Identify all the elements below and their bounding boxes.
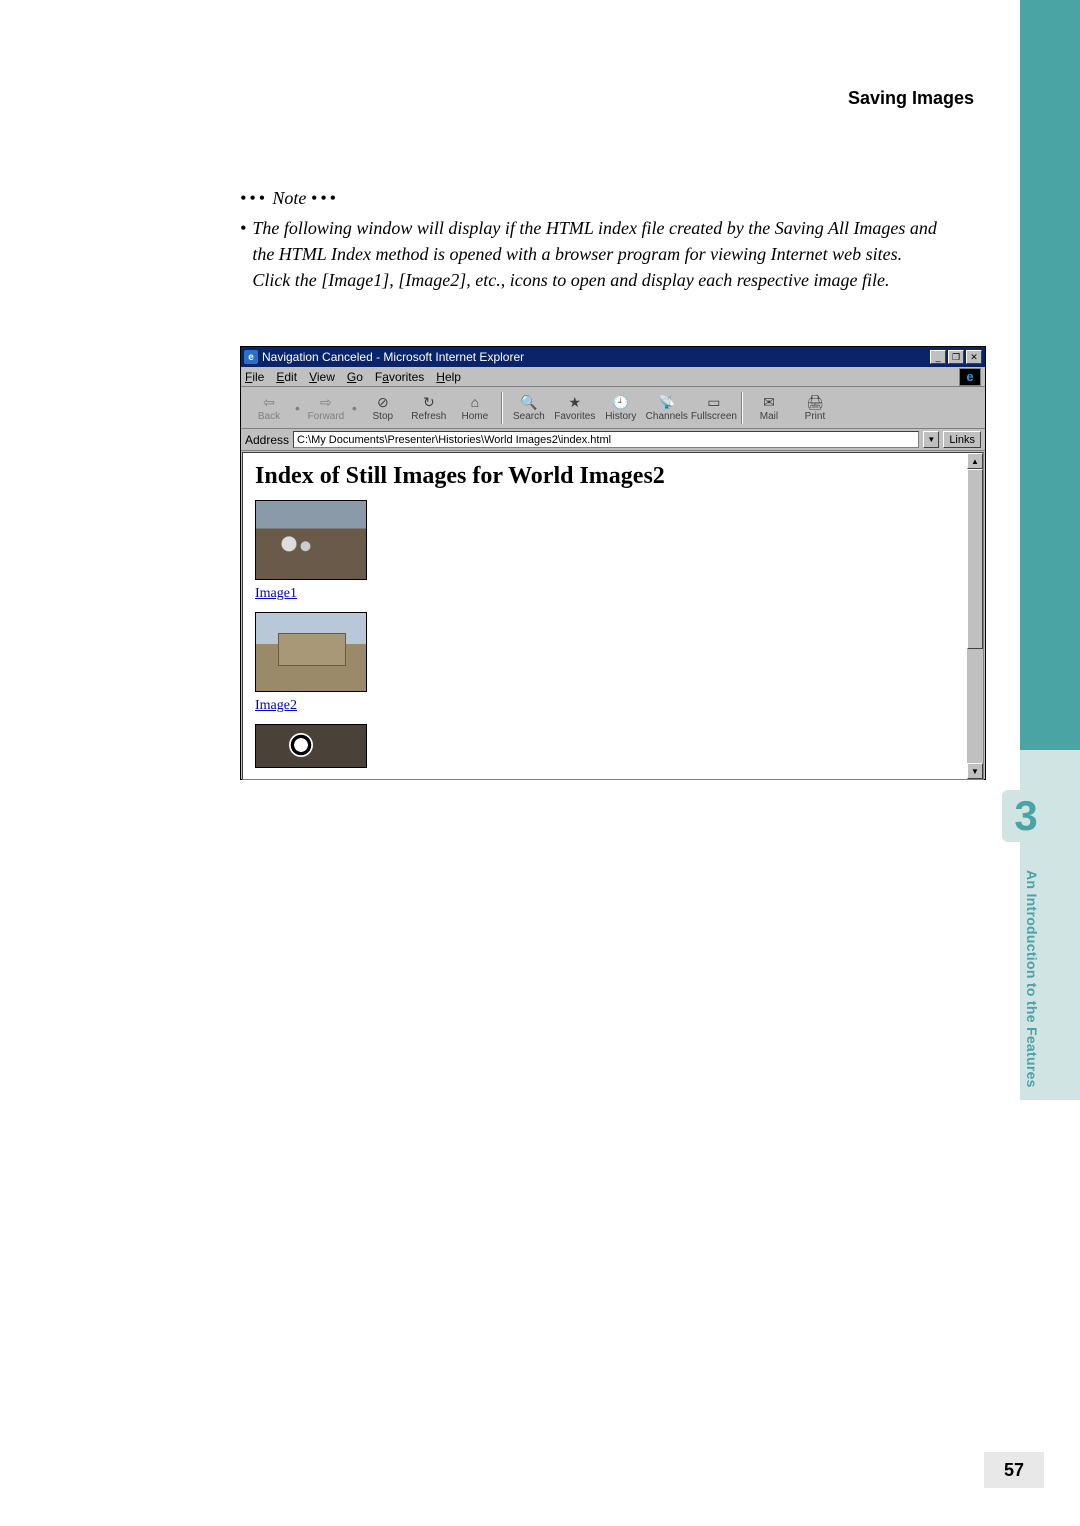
forward-icon: ⇨ [316, 393, 336, 411]
mail-label: Mail [760, 411, 778, 422]
fullscreen-button[interactable]: ▭ Fullscreen [691, 389, 737, 427]
print-label: Print [805, 411, 826, 422]
maximize-button[interactable]: ❐ [948, 350, 964, 364]
channels-icon: 📡 [657, 393, 677, 411]
print-button[interactable]: 🖨 Print [793, 389, 837, 427]
history-label: History [605, 411, 636, 422]
mail-button[interactable]: ✉ Mail [747, 389, 791, 427]
history-icon: 🕘 [611, 393, 631, 411]
window-title: Navigation Canceled - Microsoft Internet… [262, 350, 524, 364]
note-block: ••• Note ••• • The following window will… [240, 185, 940, 293]
minimize-button[interactable]: _ [930, 350, 946, 364]
forward-button[interactable]: ⇨ Forward [304, 389, 348, 427]
addressbar: Address C:\My Documents\Presenter\Histor… [241, 429, 985, 451]
note-heading: ••• Note ••• [240, 185, 940, 211]
close-button[interactable]: ✕ [966, 350, 982, 364]
chapter-title: An Introduction to the Features [1024, 870, 1040, 1088]
fullscreen-label: Fullscreen [691, 411, 737, 422]
menu-file[interactable]: File [245, 370, 264, 384]
home-button[interactable]: ⌂ Home [453, 389, 497, 427]
stop-icon: ⊘ [373, 393, 393, 411]
note-body: • The following window will display if t… [240, 215, 940, 293]
note-bullet: • [240, 215, 246, 293]
toolbar: ⇦ Back • ⇨ Forward • ⊘ Stop ↻ Refresh ⌂ … [241, 387, 985, 429]
menu-view[interactable]: View [309, 370, 335, 384]
titlebar: e Navigation Canceled - Microsoft Intern… [241, 347, 985, 367]
print-icon: 🖨 [805, 393, 825, 411]
favorites-button[interactable]: ★ Favorites [553, 389, 597, 427]
ie-logo: e [959, 368, 981, 386]
browser-window: e Navigation Canceled - Microsoft Intern… [240, 346, 986, 780]
back-button[interactable]: ⇦ Back [247, 389, 291, 427]
ie-icon: e [244, 350, 258, 364]
chapter-tab: 3 [1002, 790, 1050, 842]
link-image2[interactable]: Image2 [255, 698, 971, 714]
refresh-icon: ↻ [419, 393, 439, 411]
links-button[interactable]: Links [943, 431, 981, 448]
mail-icon: ✉ [759, 393, 779, 411]
menu-favorites[interactable]: Favorites [375, 370, 424, 384]
toolbar-separator [501, 392, 503, 424]
toolbar-separator-2 [741, 392, 743, 424]
page-title: Saving Images [848, 88, 974, 109]
thumbnail-image1[interactable] [255, 500, 367, 580]
menu-edit[interactable]: Edit [276, 370, 297, 384]
history-button[interactable]: 🕘 History [599, 389, 643, 427]
scroll-down-button[interactable]: ▼ [967, 763, 983, 779]
note-dots-left: ••• [240, 188, 268, 208]
home-icon: ⌂ [465, 393, 485, 411]
search-label: Search [513, 411, 545, 422]
refresh-button[interactable]: ↻ Refresh [407, 389, 451, 427]
scroll-up-button[interactable]: ▲ [967, 453, 983, 469]
thumbnail-image2[interactable] [255, 612, 367, 692]
home-label: Home [461, 411, 488, 422]
channels-button[interactable]: 📡 Channels [645, 389, 689, 427]
scroll-thumb[interactable] [967, 469, 983, 649]
link-image1[interactable]: Image1 [255, 586, 971, 602]
window-controls: _ ❐ ✕ [930, 350, 982, 364]
thumbnail-image3[interactable] [255, 724, 367, 768]
titlebar-left: e Navigation Canceled - Microsoft Intern… [244, 350, 524, 364]
stop-label: Stop [373, 411, 394, 422]
manual-page: Saving Images ••• Note ••• • The followi… [0, 0, 1080, 1526]
menu-go[interactable]: Go [347, 370, 363, 384]
channels-label: Channels [646, 411, 688, 422]
fullscreen-icon: ▭ [704, 393, 724, 411]
note-dots-right: ••• [311, 188, 339, 208]
side-band-dark [1020, 0, 1080, 750]
favorites-label: Favorites [554, 411, 595, 422]
menu-help[interactable]: Help [436, 370, 461, 384]
toolbar-dot-2: • [350, 400, 359, 416]
chapter-number: 3 [1014, 792, 1037, 840]
note-text: The following window will display if the… [252, 215, 940, 293]
forward-label: Forward [308, 411, 345, 422]
side-band [980, 0, 1080, 1526]
menubar: File Edit View Go Favorites Help e [241, 367, 985, 387]
vertical-scrollbar[interactable]: ▲ ▼ [967, 453, 983, 779]
refresh-label: Refresh [411, 411, 446, 422]
address-label: Address [245, 433, 289, 447]
address-dropdown[interactable]: ▼ [923, 431, 939, 448]
back-icon: ⇦ [259, 393, 279, 411]
search-button[interactable]: 🔍 Search [507, 389, 551, 427]
toolbar-dot: • [293, 400, 302, 416]
note-word: Note [272, 188, 306, 208]
page-number: 57 [984, 1452, 1044, 1488]
back-label: Back [258, 411, 280, 422]
content-area: Index of Still Images for World Images2 … [242, 452, 984, 780]
rendered-page: Index of Still Images for World Images2 … [243, 453, 983, 778]
page-heading: Index of Still Images for World Images2 [255, 463, 971, 490]
stop-button[interactable]: ⊘ Stop [361, 389, 405, 427]
address-input[interactable]: C:\My Documents\Presenter\Histories\Worl… [293, 431, 919, 448]
search-icon: 🔍 [519, 393, 539, 411]
favorites-icon: ★ [565, 393, 585, 411]
